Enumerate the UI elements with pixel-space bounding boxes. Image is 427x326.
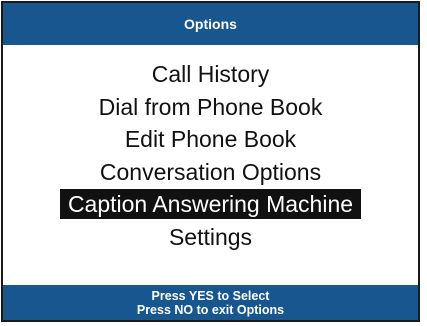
menu-item-conversation-options[interactable]: Conversation Options (3, 156, 418, 189)
options-menu: Call History Dial from Phone Book Edit P… (3, 58, 418, 253)
menu-item-label: Dial from Phone Book (98, 93, 323, 120)
footer-line-no: Press NO to exit Options (136, 302, 285, 317)
menu-item-label: Settings (168, 223, 253, 250)
menu-item-call-history[interactable]: Call History (3, 58, 418, 91)
title-bar: Options (3, 3, 418, 45)
screen-title: Options (184, 16, 237, 32)
menu-item-label: Edit Phone Book (124, 126, 297, 152)
menu-item-label: Call History (151, 61, 270, 87)
menu-item-label: Caption Answering Machine (59, 189, 362, 219)
menu-item-edit-phone-book[interactable]: Edit Phone Book (3, 123, 418, 156)
menu-item-label: Conversation Options (99, 158, 322, 185)
menu-item-dial-from-phone-book[interactable]: Dial from Phone Book (3, 91, 418, 124)
footer-line-yes: Press YES to Select (151, 288, 270, 303)
options-screen: Options Call History Dial from Phone Boo… (1, 1, 420, 322)
menu-item-settings[interactable]: Settings (3, 221, 418, 254)
menu-item-caption-answering-machine[interactable]: Caption Answering Machine (3, 188, 418, 221)
instruction-footer: Press YES to Select Press NO to exit Opt… (3, 285, 418, 320)
